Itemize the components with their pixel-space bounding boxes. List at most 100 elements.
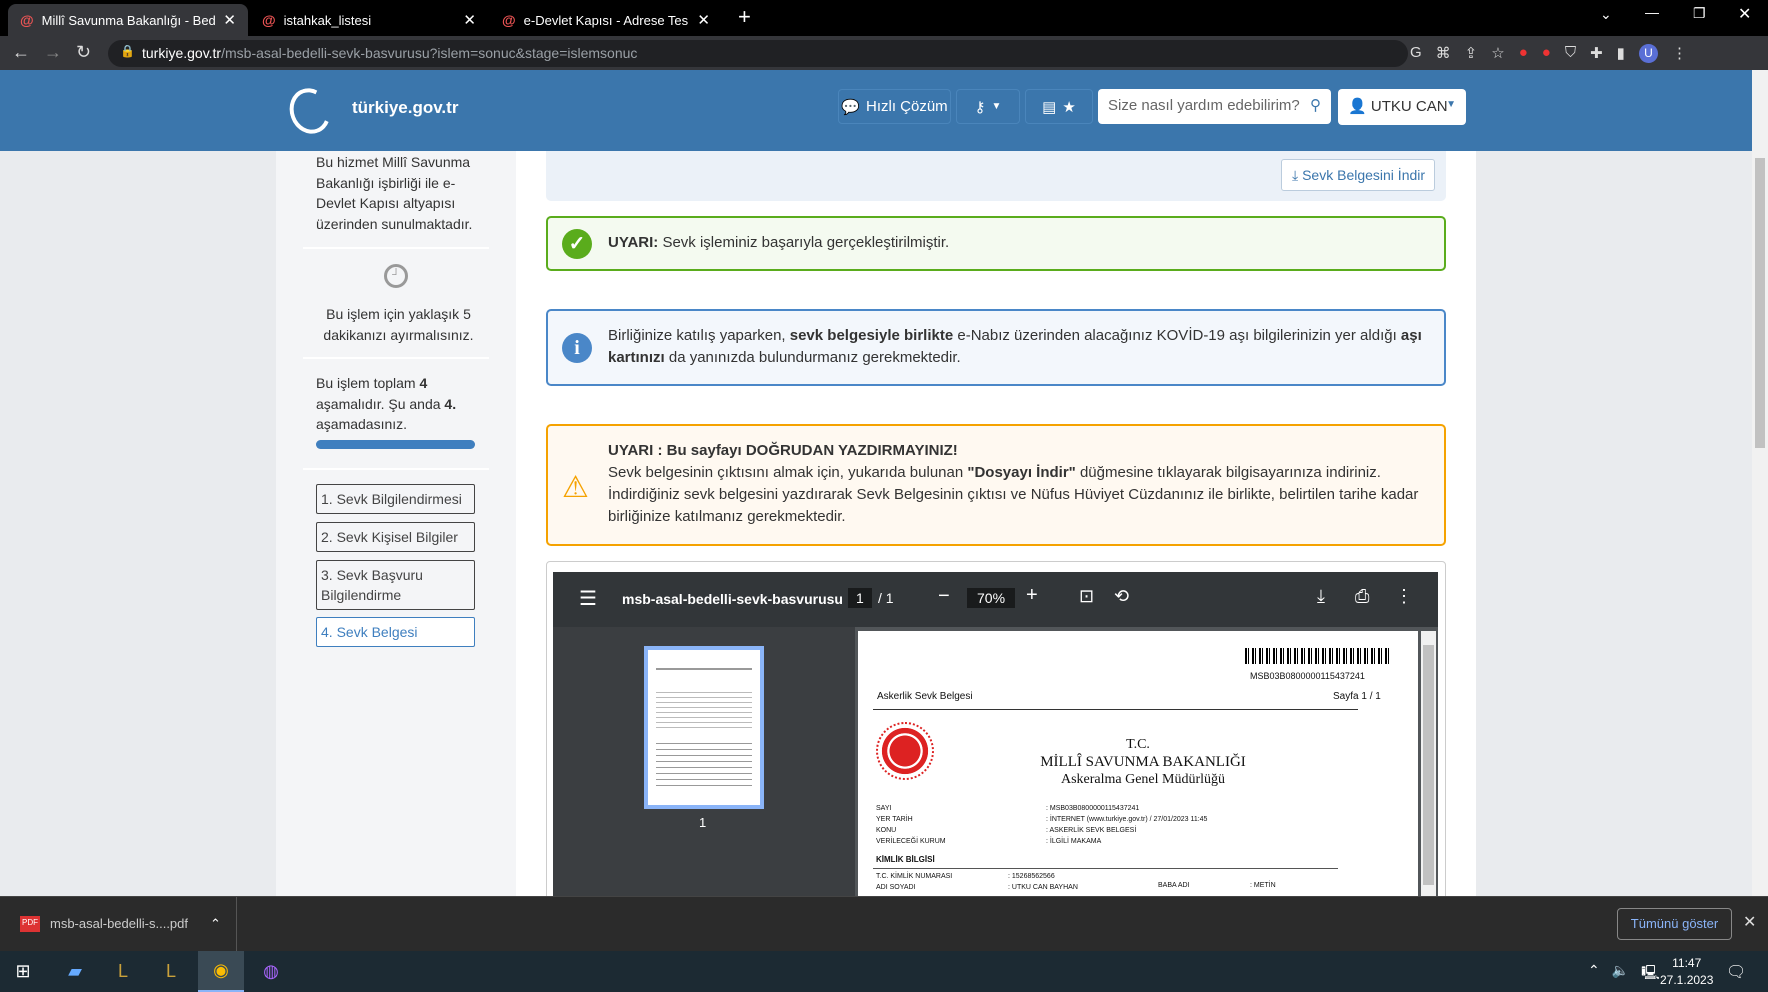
key-icon: ⚷ (974, 98, 986, 116)
profile-avatar[interactable]: U (1638, 44, 1658, 63)
back-button[interactable]: ← (12, 42, 30, 63)
extension-icon[interactable]: ● (1542, 44, 1551, 63)
chrome-icon[interactable]: ◉ (198, 951, 244, 992)
menu-icon[interactable]: ⋮ (1672, 44, 1687, 63)
pdf-scrollbar[interactable] (1421, 631, 1436, 896)
zoom-input[interactable]: 70% (967, 588, 1016, 608)
show-all-button[interactable]: Tümünü göster (1617, 908, 1732, 940)
tab-search-icon[interactable]: ⌄ (1600, 6, 1612, 23)
clock[interactable]: 11:47 27.1.2023 (1660, 955, 1713, 989)
step-1[interactable]: 1. Sevk Bilgilendirmesi (316, 484, 475, 514)
page-thumbnail[interactable] (644, 646, 764, 809)
step-3[interactable]: 3. Sevk Başvuru Bilgilendirme (316, 560, 475, 610)
notifications-icon[interactable]: 🗨 (1726, 962, 1746, 982)
tab-strip: @ Millî Savunma Bakanlığı - Bedelli ✕ @ ist… (0, 0, 1768, 36)
thumbnail-label: 1 (699, 815, 707, 830)
download-certificate-button[interactable]: ⤓ Sevk Belgesini İndir (1281, 159, 1435, 191)
zoom-out-button[interactable]: − (938, 585, 950, 608)
info-icon: i (562, 333, 592, 363)
new-tab-button[interactable]: + (738, 4, 751, 30)
chat-icon: 💬 (841, 98, 860, 116)
extension-icon[interactable]: ● (1519, 44, 1528, 63)
caret-down-icon: ▼ (1446, 99, 1456, 110)
zoom-in-button[interactable]: + (1026, 584, 1038, 607)
close-tab-icon[interactable]: ✕ (697, 11, 710, 29)
bookmark-star-icon[interactable]: ☆ (1491, 44, 1504, 63)
service-note: Bu hizmet Millî Savunma Bakanlığı işbirl… (316, 154, 473, 232)
clock-icon: ┘ (384, 264, 408, 288)
edevlet-favicon: @ (20, 12, 34, 28)
barcode (1245, 648, 1390, 664)
restore-button[interactable]: ❐ (1693, 5, 1706, 22)
caret-down-icon: ▼ (991, 101, 1002, 112)
downloads-bar: PDF msb-asal-bedelli-s....pdf ⌃ Tümünü gös… (0, 896, 1768, 952)
page-number-input[interactable]: 1 (848, 588, 872, 608)
reload-button[interactable]: ↻ (76, 42, 91, 63)
chevron-up-icon[interactable]: ⌃ (1588, 962, 1600, 986)
close-tab-icon[interactable]: ✕ (463, 11, 476, 29)
download-icon[interactable]: ⤓ (1317, 586, 1325, 607)
tab-edevlet[interactable]: @e-Devlet Kapısı - Adrese Teslim Ş✕ (490, 4, 722, 36)
search-input[interactable]: Size nasıl yardım edebilirim? ⚲ (1098, 89, 1331, 124)
time-note: Bu işlem için yaklaşık 5 dakikanızı ayır… (323, 306, 474, 343)
pdf-toolbar: ☰ msb-asal-bedelli-sevk-basvurusu 1 / 1 … (553, 572, 1438, 627)
card-favorites-buttons[interactable]: ▤ ★ (1025, 89, 1093, 124)
network-icon[interactable]: 🖳 (1641, 962, 1660, 986)
sidebar-menu-icon[interactable]: ☰ (579, 586, 597, 611)
rotate-icon[interactable]: ⟲ (1114, 586, 1129, 607)
warning-alert: ⚠ UYARI : Bu sayfayı DOĞRUDAN YAZDIRMAYI… (546, 424, 1446, 546)
step-2[interactable]: 2. Sevk Kişisel Bilgiler (316, 522, 475, 552)
tab-istahkak[interactable]: @ istahkak_listesi ✕ (250, 4, 488, 36)
chevron-up-icon[interactable]: ⌃ (210, 916, 221, 932)
page-total: / 1 (878, 590, 894, 606)
quick-solution-button[interactable]: 💬 Hızlı Çözüm (838, 89, 951, 124)
check-circle-icon: ✓ (562, 229, 592, 259)
success-alert: ✓ UYARI: Sevk işleminiz başarıyla gerçek… (546, 216, 1446, 271)
share-icon[interactable]: ⇪ (1465, 44, 1478, 63)
stage-progress-fill (316, 440, 475, 449)
thumbnail-pane: 1 (553, 627, 855, 902)
minimize-button[interactable]: — (1645, 4, 1659, 20)
edevlet-favicon: @ (502, 12, 516, 28)
more-options-icon[interactable]: ⋮ (1395, 586, 1413, 607)
app-icon[interactable]: ◍ (248, 951, 294, 992)
id-card-icon[interactable]: ▤ (1042, 98, 1056, 116)
site-logo[interactable]: türkiye.gov.tr (352, 98, 458, 118)
close-downloads-button[interactable]: ✕ (1743, 912, 1756, 932)
pdf-page: MSB03B0800000115437241 Askerlik Sevk Bel… (858, 631, 1418, 901)
stage-progress-bar (316, 440, 475, 449)
volume-icon[interactable]: 🔈 (1612, 962, 1629, 986)
pdf-filename: msb-asal-bedelli-sevk-basvurusu (622, 591, 843, 607)
windows-start-icon[interactable]: ⊞ (0, 951, 46, 992)
fit-page-icon[interactable]: ⊡ (1079, 586, 1094, 607)
download-item[interactable]: PDF msb-asal-bedelli-s....pdf ⌃ (20, 916, 221, 932)
step-4-active[interactable]: 4. Sevk Belgesi (316, 617, 475, 647)
info-alert: i Birliğinize katılış yaparken, sevk bel… (546, 309, 1446, 386)
warning-icon: ⚠ (562, 471, 589, 504)
search-icon[interactable]: ⚲ (1310, 96, 1321, 114)
translate-icon[interactable]: ⌘ (1436, 44, 1451, 63)
star-icon[interactable]: ★ (1062, 98, 1075, 116)
close-window-button[interactable]: ✕ (1738, 4, 1751, 24)
pdf-file-icon: PDF (20, 916, 40, 932)
edevlet-favicon: @ (262, 12, 276, 28)
tab-msb[interactable]: @ Millî Savunma Bakanlığı - Bedelli ✕ (8, 4, 248, 36)
divider (303, 357, 489, 359)
close-tab-icon[interactable]: ✕ (223, 11, 236, 29)
keys-dropdown[interactable]: ⚷ ▼ (956, 89, 1020, 124)
stage-note: Bu işlem toplam 4 aşamalıdır. Şu anda 4.… (316, 375, 457, 432)
side-panel-icon[interactable]: ▮ (1617, 44, 1625, 63)
app-icon[interactable]: L (100, 951, 146, 992)
forward-button[interactable]: → (44, 42, 62, 63)
download-icon: ⤓ (1292, 167, 1299, 183)
print-icon[interactable]: ⎙ (1355, 586, 1369, 607)
extensions-puzzle-icon[interactable]: ✚ (1590, 44, 1603, 63)
divider (303, 247, 489, 249)
app-icon[interactable]: L (148, 951, 194, 992)
page-scrollbar[interactable] (1752, 70, 1768, 896)
user-menu[interactable]: 👤 UTKU CAN ▼ (1338, 89, 1466, 125)
google-icon[interactable]: G (1410, 44, 1422, 63)
app-icon[interactable]: ▰ (52, 951, 98, 992)
shield-extension-icon[interactable]: ⛉ (1565, 44, 1576, 63)
address-bar[interactable]: 🔒 turkiye.gov.tr/msb-asal-bedelli-sevk-ba… (108, 40, 1408, 67)
